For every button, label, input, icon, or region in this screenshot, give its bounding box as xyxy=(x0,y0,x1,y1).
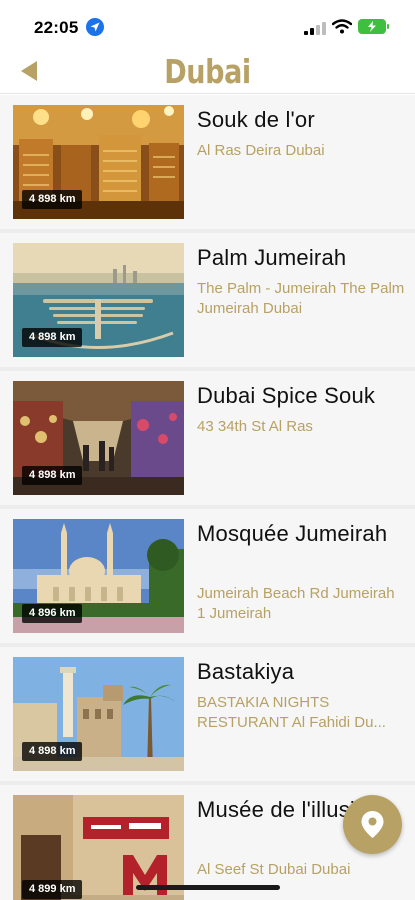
distance-badge: 4 898 km xyxy=(22,190,83,209)
place-thumbnail: 4 898 km xyxy=(13,243,184,357)
home-indicator[interactable] xyxy=(136,885,280,890)
place-card-souk-de-lor[interactable]: 4 898 km Souk de l'or Al Ras Deira Dubai xyxy=(0,95,415,229)
location-arrow-icon xyxy=(86,18,104,36)
distance-badge: 4 898 km xyxy=(22,328,83,347)
place-thumbnail: 4 898 km xyxy=(13,657,184,771)
place-address: BASTAKIA NIGHTS RESTURANT Al Fahidi Du..… xyxy=(197,694,386,731)
place-card-bastakiya[interactable]: 4 898 km Bastakiya BASTAKIA NIGHTS RESTU… xyxy=(0,647,415,781)
place-address: The Palm - Jumeirah The Palm Jumeirah Du… xyxy=(197,280,405,317)
distance-badge: 4 899 km xyxy=(22,880,83,899)
wifi-icon xyxy=(331,19,353,39)
place-name: Bastakiya xyxy=(197,659,295,684)
status-bar: 22:05 xyxy=(0,0,415,50)
place-name: Mosquée Jumeirah xyxy=(197,521,388,546)
distance-badge: 4 896 km xyxy=(22,604,83,623)
place-thumbnail: 4 898 km xyxy=(13,105,184,219)
place-card-mosquee-jumeirah[interactable]: 4 896 km Mosquée Jumeirah Jumeirah Beach… xyxy=(0,509,415,643)
place-name: Palm Jumeirah xyxy=(197,245,347,270)
status-time: 22:05 xyxy=(34,18,79,37)
place-card-dubai-spice-souk[interactable]: 4 898 km Dubai Spice Souk 43 34th St Al … xyxy=(0,371,415,505)
place-name: Souk de l'or xyxy=(197,107,315,132)
battery-charging-icon xyxy=(358,19,389,34)
map-button[interactable] xyxy=(343,795,402,854)
places-list[interactable]: 4 898 km Souk de l'or Al Ras Deira Dubai xyxy=(0,95,415,900)
place-address: 43 34th St Al Ras xyxy=(197,418,313,435)
place-address: Jumeirah Beach Rd Jumeirah 1 Jumeirah xyxy=(197,585,395,622)
signal-icon xyxy=(304,22,326,35)
place-thumbnail: 4 898 km xyxy=(13,381,184,495)
place-name: Dubai Spice Souk xyxy=(197,383,376,408)
distance-badge: 4 898 km xyxy=(22,466,83,485)
place-card-palm-jumeirah[interactable]: 4 898 km Palm Jumeirah The Palm - Jumeir… xyxy=(0,233,415,367)
place-address: Al Seef St Dubai Dubai xyxy=(197,861,351,878)
distance-badge: 4 898 km xyxy=(22,742,83,761)
navigation-header: Dubai xyxy=(0,50,415,94)
page-title: Dubai xyxy=(164,52,251,91)
place-address: Al Ras Deira Dubai xyxy=(197,142,325,159)
place-thumbnail: 4 896 km xyxy=(13,519,184,633)
